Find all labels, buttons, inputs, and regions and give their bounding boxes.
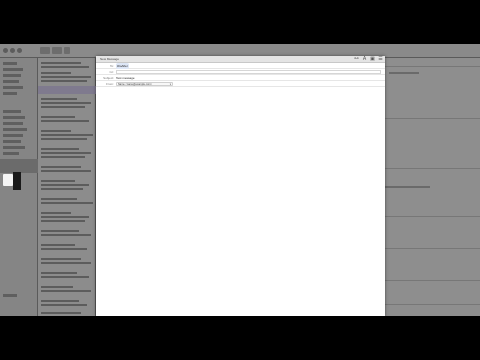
- sidebar-item[interactable]: [3, 140, 21, 143]
- screen: New Message ⚯ A ▣ ☰ To: iDoAfter Cc: Sub…: [0, 44, 480, 316]
- compose-window: New Message ⚯ A ▣ ☰ To: iDoAfter Cc: Sub…: [96, 56, 385, 316]
- list-item-selected[interactable]: [38, 86, 96, 94]
- message-list: [38, 58, 96, 316]
- photo-icon[interactable]: ▣: [370, 57, 375, 62]
- sidebar-item[interactable]: [3, 80, 19, 83]
- compose-titlebar: New Message ⚯ A ▣ ☰: [96, 56, 385, 63]
- sidebar-item[interactable]: [3, 134, 23, 137]
- sidebar-item[interactable]: [3, 92, 17, 95]
- sidebar-item[interactable]: [3, 128, 27, 131]
- minimize-window-icon[interactable]: [10, 48, 15, 53]
- mailbox-sidebar: [0, 58, 38, 316]
- compose-title: New Message: [100, 57, 120, 61]
- sidebar-footer-item[interactable]: [3, 294, 17, 297]
- compose-button[interactable]: [52, 47, 62, 54]
- sidebar-item[interactable]: [3, 74, 21, 77]
- sidebar-item[interactable]: [3, 116, 25, 119]
- format-icon[interactable]: ☰: [378, 57, 383, 62]
- from-value: Name <name@example.com>: [118, 83, 152, 86]
- from-label: From:: [106, 82, 114, 86]
- sidebar-item[interactable]: [3, 62, 17, 65]
- from-select[interactable]: Name <name@example.com> ▾: [116, 82, 173, 86]
- message-preview-pane: [385, 58, 480, 316]
- get-mail-button[interactable]: [40, 47, 50, 54]
- chevron-down-icon: ▾: [169, 83, 171, 86]
- sidebar-item[interactable]: [3, 68, 23, 71]
- sidebar-selected-item[interactable]: [0, 159, 38, 173]
- sidebar-item[interactable]: [3, 146, 25, 149]
- paperclip-icon[interactable]: ⚯: [354, 57, 359, 62]
- zoom-window-icon[interactable]: [17, 48, 22, 53]
- from-row: From: Name <name@example.com> ▾: [96, 81, 385, 87]
- sidebar-item[interactable]: [3, 152, 19, 155]
- cc-field[interactable]: [116, 70, 381, 74]
- sidebar-item[interactable]: [3, 86, 23, 89]
- delete-button[interactable]: [64, 47, 70, 54]
- message-body[interactable]: [96, 88, 385, 316]
- sidebar-item[interactable]: [3, 122, 23, 125]
- sidebar-item[interactable]: [3, 110, 21, 113]
- document-icon: [3, 174, 13, 186]
- attachment-icon: [13, 172, 21, 190]
- close-window-icon[interactable]: [3, 48, 8, 53]
- font-icon[interactable]: A: [362, 57, 367, 62]
